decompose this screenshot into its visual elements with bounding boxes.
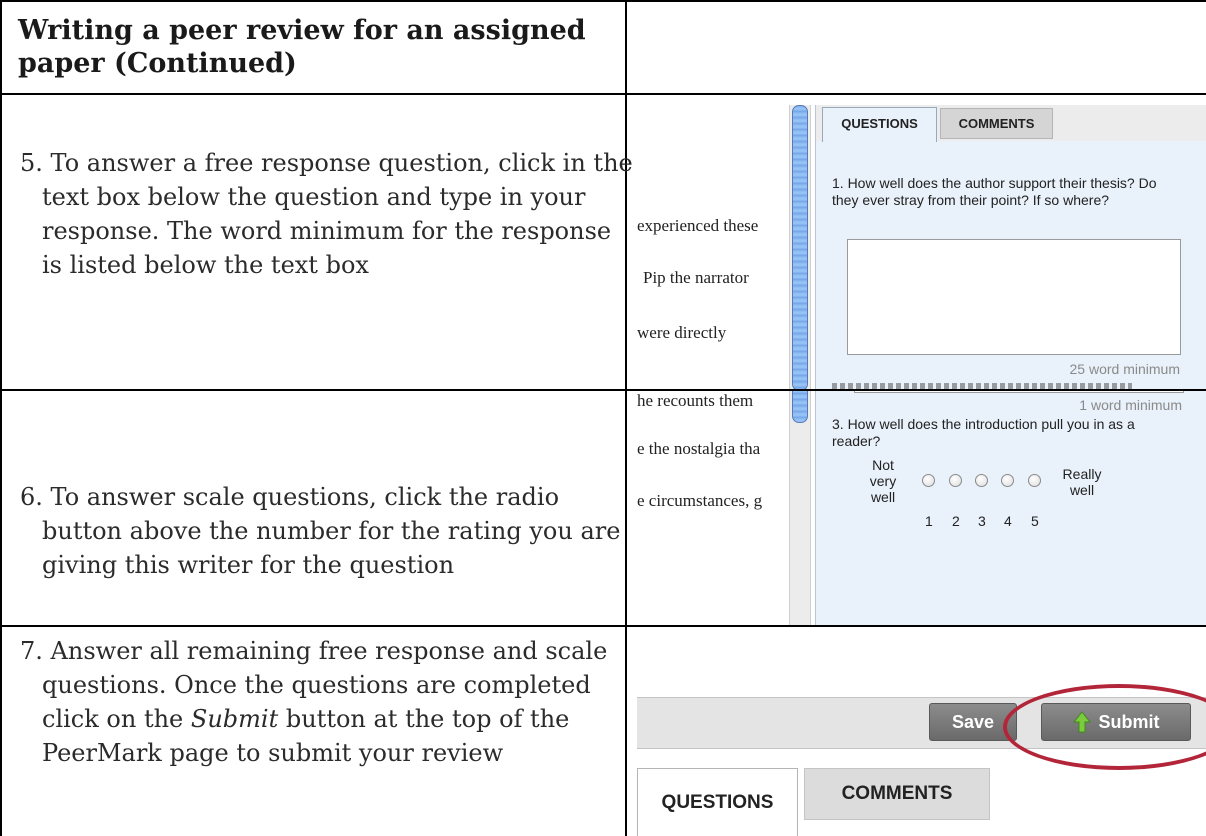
response-textbox[interactable]: [847, 239, 1181, 355]
tab-questions[interactable]: QUESTIONS: [637, 768, 798, 836]
table-border-left: [0, 0, 2, 836]
scale-number: 1: [925, 513, 933, 529]
tab-comments[interactable]: COMMENTS: [940, 108, 1053, 139]
tab-bar: QUESTIONS COMMENTS: [816, 105, 1206, 142]
step-6-instruction: 6. To answer scale questions, click the …: [20, 480, 634, 582]
scale-number: 3: [978, 513, 986, 529]
next-question-cutoff: [832, 383, 1132, 389]
word-minimum-label: 1 word minimum: [1079, 397, 1182, 413]
word-minimum-label: 25 word minimum: [1069, 361, 1180, 377]
step-text: To answer a free response question, clic…: [42, 149, 633, 279]
paper-text-line: were directly: [637, 323, 727, 342]
question-3-text: 3. How well does the introduction pull y…: [832, 416, 1135, 449]
tab-comments[interactable]: COMMENTS: [804, 768, 990, 820]
highlight-circle: [1003, 684, 1206, 770]
scrollbar-thumb[interactable]: [792, 391, 808, 423]
table-row-divider: [0, 625, 1206, 627]
table-border-top: [0, 0, 1206, 2]
submit-emphasis: Submit: [190, 705, 279, 733]
scrollbar-thumb[interactable]: [792, 105, 808, 389]
question-1-text: 1. How well does the author support thei…: [832, 175, 1157, 208]
step-text: To answer scale questions, click the rad…: [42, 483, 621, 579]
screenshot-scale-question: he recounts them e the nostalgia tha e c…: [637, 391, 1206, 625]
response-textbox[interactable]: [854, 391, 1184, 393]
rating-radio-4[interactable]: [1001, 474, 1014, 487]
scale-high-label: Really well: [1062, 466, 1102, 498]
save-button-label: Save: [951, 711, 995, 732]
paper-text-line: he recounts them: [637, 391, 754, 410]
step-7-instruction: 7. Answer all remaining free response an…: [20, 634, 642, 770]
screenshot-submit: Save Submit QUESTIONS COMMENTS: [637, 628, 1206, 836]
scrollbar-track[interactable]: [789, 391, 811, 625]
step-number: 7.: [20, 637, 43, 665]
scale-number: 5: [1031, 513, 1039, 529]
table-row-divider: [0, 93, 1206, 95]
scale-low-label: Not very well: [869, 457, 897, 505]
paper-text-line: Pip the narrator: [643, 268, 749, 287]
step-5-instruction: 5. To answer a free response question, c…: [20, 146, 634, 282]
step-number: 5.: [20, 149, 43, 177]
scale-number: 4: [1004, 513, 1012, 529]
questions-pane: QUESTIONS COMMENTS 1. How well does the …: [815, 105, 1206, 389]
screenshot-free-response: experienced these Pip the narrator were …: [637, 105, 1206, 389]
paper-text-line: e circumstances, g: [637, 491, 763, 510]
rating-radio-5[interactable]: [1028, 474, 1041, 487]
step-number: 6.: [20, 483, 43, 511]
rating-radio-3[interactable]: [975, 474, 988, 487]
paper-text-line: experienced these: [637, 216, 759, 235]
rating-radio-1[interactable]: [922, 474, 935, 487]
rating-radio-2[interactable]: [949, 474, 962, 487]
instruction-table: Writing a peer review for an assigned pa…: [0, 0, 1206, 836]
questions-pane: 1 word minimum 3. How well does the intr…: [815, 391, 1206, 625]
scale-number: 2: [952, 513, 960, 529]
section-title: Writing a peer review for an assigned pa…: [18, 15, 586, 79]
paper-text-line: e the nostalgia tha: [637, 439, 761, 458]
tab-questions[interactable]: QUESTIONS: [822, 107, 937, 142]
